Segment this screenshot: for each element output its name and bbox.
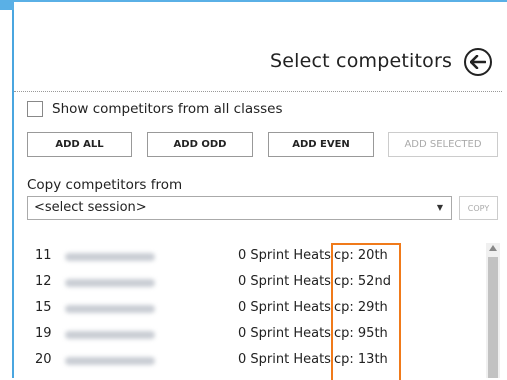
competitor-number: 11 xyxy=(35,248,52,263)
add-selected-button[interactable]: ADD SELECTED xyxy=(388,132,498,157)
session-select[interactable]: <select session> ▼ xyxy=(27,196,452,220)
competitor-number: 20 xyxy=(35,352,52,367)
competitor-row[interactable]: 19 0 Sprint Heats cp: 95th xyxy=(27,323,477,345)
competitor-name-blurred xyxy=(65,253,155,261)
copy-button[interactable]: COPY xyxy=(459,196,498,220)
header-divider xyxy=(14,91,502,92)
competitor-name-blurred xyxy=(65,357,155,365)
add-all-button[interactable]: ADD ALL xyxy=(27,132,132,157)
cp-column-highlight xyxy=(331,243,401,380)
competitor-list: 11 0 Sprint Heats cp: 20th 12 0 Sprint Heats… xyxy=(27,243,477,378)
competitor-row[interactable]: 12 0 Sprint Heats cp: 52nd xyxy=(27,271,477,293)
back-button[interactable] xyxy=(464,48,492,76)
competitor-number: 15 xyxy=(35,300,52,315)
competitor-heats: 0 Sprint Heats xyxy=(238,300,331,315)
competitor-name-blurred xyxy=(65,279,155,287)
scroll-thumb[interactable] xyxy=(488,257,498,378)
competitor-number: 19 xyxy=(35,326,52,341)
add-odd-button[interactable]: ADD ODD xyxy=(147,132,253,157)
copy-competitors-label: Copy competitors from xyxy=(27,177,183,193)
competitor-name-blurred xyxy=(65,305,155,313)
scroll-up-arrow-icon[interactable] xyxy=(489,245,497,251)
list-scrollbar[interactable] xyxy=(486,243,500,378)
competitor-name-blurred xyxy=(65,331,155,339)
session-select-value: <select session> xyxy=(34,200,147,215)
competitor-heats: 0 Sprint Heats xyxy=(238,248,331,263)
window-top-bar xyxy=(0,0,507,10)
page-title: Select competitors xyxy=(270,50,453,72)
competitor-row[interactable]: 15 0 Sprint Heats cp: 29th xyxy=(27,297,477,319)
competitor-row[interactable]: 11 0 Sprint Heats cp: 20th xyxy=(27,245,477,267)
competitor-heats: 0 Sprint Heats xyxy=(238,274,331,289)
show-all-classes-checkbox[interactable] xyxy=(27,101,43,117)
competitor-row[interactable]: 20 0 Sprint Heats cp: 13th xyxy=(27,349,477,371)
competitor-heats: 0 Sprint Heats xyxy=(238,352,331,367)
panel-left-edge xyxy=(12,10,14,378)
chevron-down-icon: ▼ xyxy=(436,203,443,212)
show-all-classes-label: Show competitors from all classes xyxy=(52,101,283,117)
arrow-left-icon xyxy=(470,55,486,69)
competitor-number: 12 xyxy=(35,274,52,289)
add-even-button[interactable]: ADD EVEN xyxy=(268,132,374,157)
competitor-heats: 0 Sprint Heats xyxy=(238,326,331,341)
top-bar-inner xyxy=(14,2,507,10)
